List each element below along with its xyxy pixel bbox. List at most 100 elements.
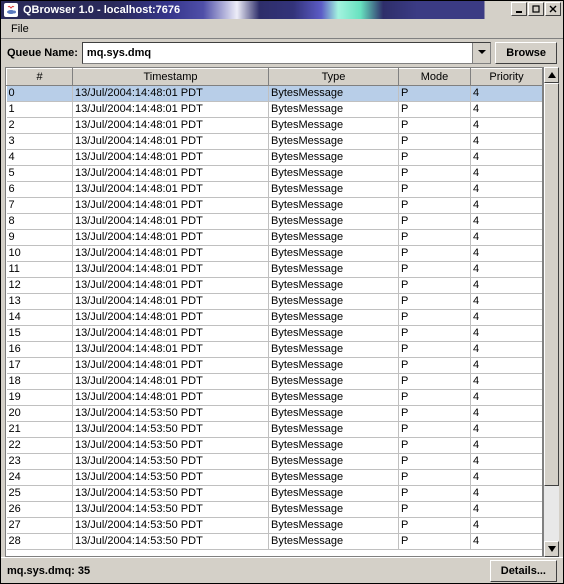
cell-n: 25 xyxy=(7,486,73,502)
table-row[interactable]: 1713/Jul/2004:14:48:01 PDTBytesMessageP4 xyxy=(7,358,543,374)
window-controls xyxy=(511,2,561,16)
table-row[interactable]: 013/Jul/2004:14:48:01 PDTBytesMessageP4 xyxy=(7,86,543,102)
vertical-scrollbar[interactable] xyxy=(543,67,559,557)
table-row[interactable]: 1813/Jul/2004:14:48:01 PDTBytesMessageP4 xyxy=(7,374,543,390)
cell-ts: 13/Jul/2004:14:48:01 PDT xyxy=(73,294,269,310)
cell-mode: P xyxy=(399,262,471,278)
cell-n: 3 xyxy=(7,134,73,150)
scroll-down-icon[interactable] xyxy=(544,541,559,557)
scroll-thumb[interactable] xyxy=(544,83,559,486)
table-row[interactable]: 713/Jul/2004:14:48:01 PDTBytesMessageP4 xyxy=(7,198,543,214)
cell-mode: P xyxy=(399,390,471,406)
table-row[interactable]: 2713/Jul/2004:14:53:50 PDTBytesMessageP4 xyxy=(7,518,543,534)
table-row[interactable]: 1613/Jul/2004:14:48:01 PDTBytesMessageP4 xyxy=(7,342,543,358)
cell-prio: 4 xyxy=(471,534,543,550)
toolbar: Queue Name: Browse xyxy=(1,39,563,67)
cell-n: 1 xyxy=(7,102,73,118)
cell-ts: 13/Jul/2004:14:53:50 PDT xyxy=(73,438,269,454)
browse-button[interactable]: Browse xyxy=(495,42,557,64)
cell-n: 23 xyxy=(7,454,73,470)
col-header-timestamp[interactable]: Timestamp xyxy=(73,69,269,86)
cell-mode: P xyxy=(399,230,471,246)
table-row[interactable]: 1013/Jul/2004:14:48:01 PDTBytesMessageP4 xyxy=(7,246,543,262)
cell-prio: 4 xyxy=(471,86,543,102)
cell-n: 10 xyxy=(7,246,73,262)
queue-name-combo[interactable] xyxy=(82,42,491,64)
table-row[interactable]: 1213/Jul/2004:14:48:01 PDTBytesMessageP4 xyxy=(7,278,543,294)
table-row[interactable]: 1913/Jul/2004:14:48:01 PDTBytesMessageP4 xyxy=(7,390,543,406)
cell-type: BytesMessage xyxy=(269,182,399,198)
table-row[interactable]: 613/Jul/2004:14:48:01 PDTBytesMessageP4 xyxy=(7,182,543,198)
col-header-priority[interactable]: Priority xyxy=(471,69,543,86)
details-button[interactable]: Details... xyxy=(490,560,557,582)
cell-n: 4 xyxy=(7,150,73,166)
cell-ts: 13/Jul/2004:14:48:01 PDT xyxy=(73,326,269,342)
table-row[interactable]: 213/Jul/2004:14:48:01 PDTBytesMessageP4 xyxy=(7,118,543,134)
col-header-num[interactable]: # xyxy=(7,69,73,86)
cell-ts: 13/Jul/2004:14:53:50 PDT xyxy=(73,486,269,502)
table-row[interactable]: 1313/Jul/2004:14:48:01 PDTBytesMessageP4 xyxy=(7,294,543,310)
table-row[interactable]: 313/Jul/2004:14:48:01 PDTBytesMessageP4 xyxy=(7,134,543,150)
table-row[interactable]: 2613/Jul/2004:14:53:50 PDTBytesMessageP4 xyxy=(7,502,543,518)
cell-ts: 13/Jul/2004:14:53:50 PDT xyxy=(73,470,269,486)
table-row[interactable]: 2013/Jul/2004:14:53:50 PDTBytesMessageP4 xyxy=(7,406,543,422)
table-row[interactable]: 2313/Jul/2004:14:53:50 PDTBytesMessageP4 xyxy=(7,454,543,470)
cell-type: BytesMessage xyxy=(269,134,399,150)
table-row[interactable]: 2413/Jul/2004:14:53:50 PDTBytesMessageP4 xyxy=(7,470,543,486)
cell-mode: P xyxy=(399,406,471,422)
col-header-mode[interactable]: Mode xyxy=(399,69,471,86)
table-row[interactable]: 513/Jul/2004:14:48:01 PDTBytesMessageP4 xyxy=(7,166,543,182)
col-header-type[interactable]: Type xyxy=(269,69,399,86)
cell-type: BytesMessage xyxy=(269,390,399,406)
table-row[interactable]: 2213/Jul/2004:14:53:50 PDTBytesMessageP4 xyxy=(7,438,543,454)
menu-file[interactable]: File xyxy=(5,21,35,37)
queue-name-input[interactable] xyxy=(83,43,472,63)
table-row[interactable]: 413/Jul/2004:14:48:01 PDTBytesMessageP4 xyxy=(7,150,543,166)
table-row[interactable]: 113/Jul/2004:14:48:01 PDTBytesMessageP4 xyxy=(7,102,543,118)
cell-mode: P xyxy=(399,534,471,550)
cell-prio: 4 xyxy=(471,102,543,118)
close-button[interactable] xyxy=(545,2,561,16)
table-row[interactable]: 2813/Jul/2004:14:53:50 PDTBytesMessageP4 xyxy=(7,534,543,550)
cell-n: 15 xyxy=(7,326,73,342)
app-window: QBrowser 1.0 - localhost:7676 File Queue… xyxy=(0,0,564,584)
java-cup-icon xyxy=(4,3,18,17)
cell-prio: 4 xyxy=(471,390,543,406)
minimize-button[interactable] xyxy=(511,2,527,16)
table-row[interactable]: 913/Jul/2004:14:48:01 PDTBytesMessageP4 xyxy=(7,230,543,246)
cell-ts: 13/Jul/2004:14:48:01 PDT xyxy=(73,358,269,374)
cell-ts: 13/Jul/2004:14:48:01 PDT xyxy=(73,214,269,230)
table-row[interactable]: 1113/Jul/2004:14:48:01 PDTBytesMessageP4 xyxy=(7,262,543,278)
cell-ts: 13/Jul/2004:14:48:01 PDT xyxy=(73,86,269,102)
cell-n: 7 xyxy=(7,198,73,214)
messages-table-scroll[interactable]: # Timestamp Type Mode Priority 013/Jul/2… xyxy=(6,68,542,556)
cell-type: BytesMessage xyxy=(269,214,399,230)
cell-prio: 4 xyxy=(471,406,543,422)
cell-ts: 13/Jul/2004:14:53:50 PDT xyxy=(73,534,269,550)
table-row[interactable]: 1413/Jul/2004:14:48:01 PDTBytesMessageP4 xyxy=(7,310,543,326)
cell-mode: P xyxy=(399,342,471,358)
cell-type: BytesMessage xyxy=(269,374,399,390)
cell-mode: P xyxy=(399,182,471,198)
cell-ts: 13/Jul/2004:14:48:01 PDT xyxy=(73,166,269,182)
cell-n: 19 xyxy=(7,390,73,406)
cell-mode: P xyxy=(399,374,471,390)
table-row[interactable]: 1513/Jul/2004:14:48:01 PDTBytesMessageP4 xyxy=(7,326,543,342)
cell-ts: 13/Jul/2004:14:48:01 PDT xyxy=(73,390,269,406)
table-row[interactable]: 2113/Jul/2004:14:53:50 PDTBytesMessageP4 xyxy=(7,422,543,438)
titlebar[interactable]: QBrowser 1.0 - localhost:7676 xyxy=(1,1,563,19)
cell-prio: 4 xyxy=(471,422,543,438)
cell-type: BytesMessage xyxy=(269,86,399,102)
table-row[interactable]: 813/Jul/2004:14:48:01 PDTBytesMessageP4 xyxy=(7,214,543,230)
cell-n: 0 xyxy=(7,86,73,102)
table-row[interactable]: 2513/Jul/2004:14:53:50 PDTBytesMessageP4 xyxy=(7,486,543,502)
cell-type: BytesMessage xyxy=(269,230,399,246)
cell-prio: 4 xyxy=(471,518,543,534)
messages-table-wrap: # Timestamp Type Mode Priority 013/Jul/2… xyxy=(5,67,543,557)
cell-prio: 4 xyxy=(471,502,543,518)
maximize-button[interactable] xyxy=(528,2,544,16)
scroll-up-icon[interactable] xyxy=(544,67,559,83)
chevron-down-icon[interactable] xyxy=(472,43,490,63)
scroll-track[interactable] xyxy=(544,83,559,541)
cell-ts: 13/Jul/2004:14:48:01 PDT xyxy=(73,230,269,246)
